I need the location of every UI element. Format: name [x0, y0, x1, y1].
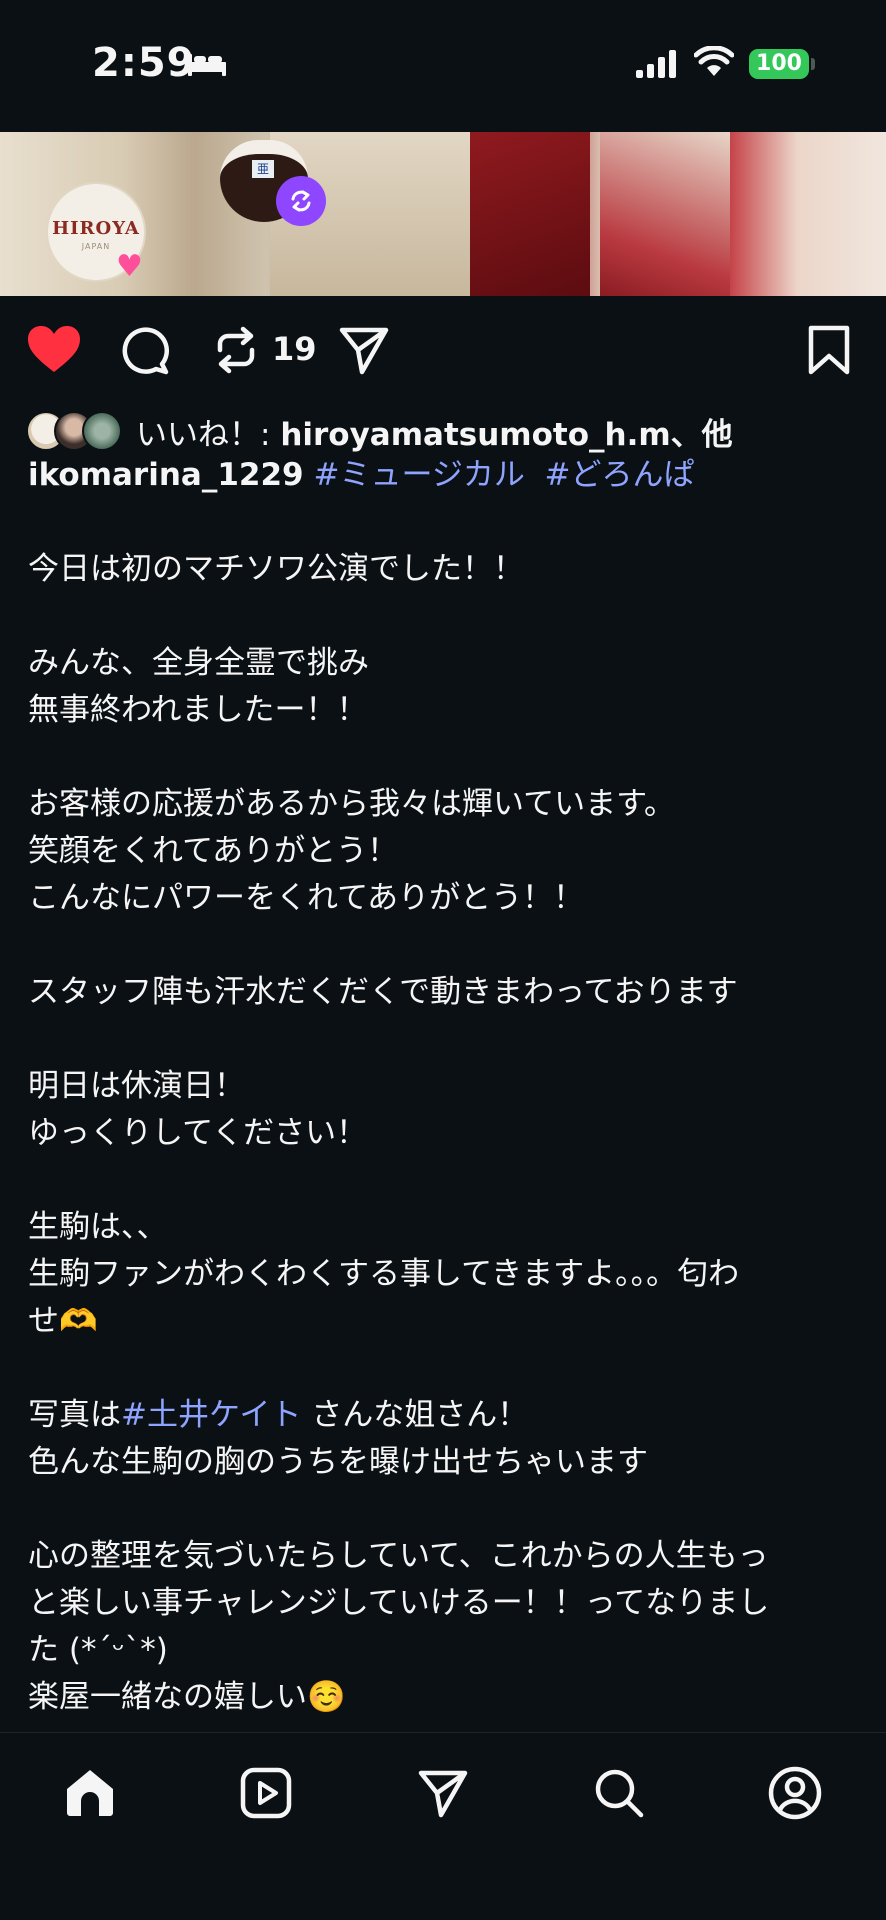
direct-send-icon[interactable] [338, 324, 390, 376]
media-detail [470, 132, 590, 296]
post-caption: ikomarina_1229 #ミュージカル #どろんぱ 今日は初のマチソワ公演… [28, 452, 864, 1721]
heart-icon[interactable] [26, 324, 82, 374]
direct-icon[interactable] [417, 1767, 469, 1819]
status-time: 2:59 [92, 40, 196, 86]
liked-by-prefix: いいね！: [136, 416, 281, 453]
wifi-icon [694, 46, 734, 76]
reels-icon[interactable] [240, 1767, 292, 1819]
home-icon[interactable] [63, 1767, 117, 1819]
profile-icon[interactable] [768, 1766, 822, 1820]
cellular-signal-icon [636, 50, 676, 78]
caption-line: スタッフ陣も汗水だくだくで動きまわっております [28, 974, 738, 1010]
caption-line: せ🫶 [28, 1303, 98, 1339]
caption-line: 生駒ファンがわくわくする事してきますよ。。。匂わ [28, 1256, 740, 1292]
heart-sticker-icon: ♥ [116, 249, 143, 284]
brand-logo-text: HIROYA [52, 218, 140, 239]
comment-icon[interactable] [118, 324, 170, 376]
comment-button[interactable] [118, 324, 170, 376]
nav-home[interactable] [58, 1761, 122, 1825]
caption-text: 写真は [28, 1397, 121, 1433]
hashtag-link[interactable]: #どろんぱ [545, 457, 695, 493]
caption-line: 笑顔をくれてありがとう！ [28, 833, 399, 869]
liked-by-row[interactable]: いいね！: hiroyamatsumoto_h.m、他 [26, 408, 733, 454]
nav-profile[interactable] [763, 1761, 827, 1825]
caption-line: お客様の応援があるから我々は輝いています。 [28, 786, 675, 822]
repost-button[interactable] [210, 324, 262, 376]
hashtag-link[interactable]: #ミュージカル [313, 457, 524, 493]
save-button[interactable] [806, 324, 852, 376]
post-action-bar: 19 [0, 300, 886, 402]
battery-tip [811, 58, 815, 70]
sleep-focus-icon [188, 54, 226, 76]
repost-badge-icon [276, 176, 326, 226]
caption-line: ゆっくりしてください！ [28, 1115, 368, 1151]
battery-indicator: 100 [749, 49, 809, 79]
bookmark-icon[interactable] [806, 324, 852, 376]
caption-line: た (*´ᵕ`*) [28, 1632, 168, 1668]
nav-direct[interactable] [411, 1761, 475, 1825]
media-detail [600, 132, 730, 296]
search-icon[interactable] [593, 1767, 645, 1819]
status-bar: 2:59 100 [0, 0, 886, 132]
like-button[interactable] [26, 324, 82, 374]
caption-line: 色んな生駒の胸のうちを曝け出せちゃいます [28, 1444, 648, 1480]
caption-line: 無事終われましたー！！ [28, 692, 368, 728]
caption-line: こんなにパワーをくれてありがとう！！ [28, 880, 585, 916]
liked-by-user-link[interactable]: hiroyamatsumoto_h.m [280, 417, 670, 453]
liked-by-text: いいね！: hiroyamatsumoto_h.m、他 [136, 409, 733, 454]
caption-line: 心の整理を気づいたらしていて、これからの人生もっ [28, 1538, 769, 1574]
share-button[interactable] [338, 324, 390, 376]
caption-line: みんな、全身全霊で挑み [28, 645, 369, 681]
liked-by-others[interactable]: 、他 [671, 417, 733, 453]
nav-reels[interactable] [234, 1761, 298, 1825]
bottom-navigation [0, 1732, 886, 1920]
avatar [82, 411, 122, 451]
repost-icon[interactable] [210, 324, 262, 376]
nav-search[interactable] [587, 1761, 651, 1825]
caption-line: 楽屋一緒なの嬉しい☺️ [28, 1679, 346, 1715]
author-username[interactable]: ikomarina_1229 [28, 457, 304, 493]
media-bowl-label: 亜 [252, 160, 274, 178]
caption-line: 今日は初のマチソワ公演でした！！ [28, 551, 524, 587]
caption-line: 明日は休演日！ [28, 1068, 245, 1104]
hashtag-link[interactable]: #土井ケイト [121, 1397, 301, 1433]
caption-line: と楽しい事チャレンジしていけるー！！ってなりまし [28, 1585, 770, 1621]
caption-line: 生駒は、、 [28, 1209, 168, 1245]
caption-text: さんな姐さん！ [301, 1397, 529, 1433]
repost-count: 19 [272, 330, 317, 368]
